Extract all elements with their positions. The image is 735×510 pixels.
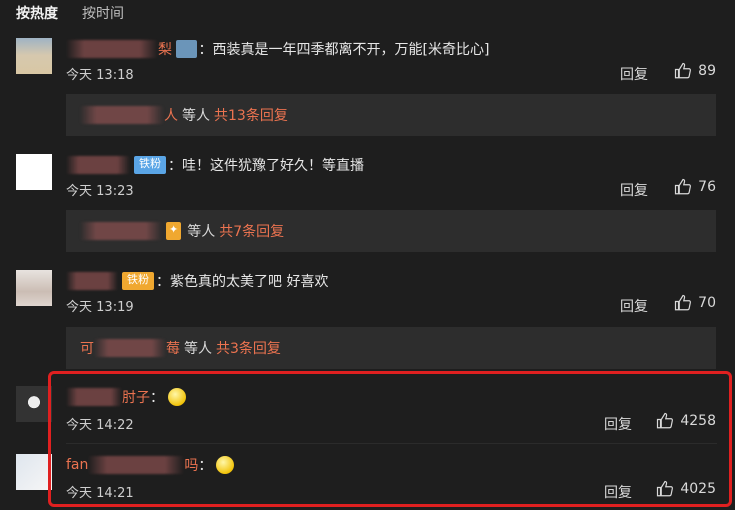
thumbs-up-icon: [675, 178, 692, 195]
reply-count-link[interactable]: 共7条回复: [219, 221, 284, 241]
reply-summary[interactable]: ✦ 等人 共7条回复: [66, 210, 716, 252]
comment-text: ：哇！这件犹豫了好久！等直播: [168, 158, 364, 174]
like-count: 70: [698, 295, 716, 311]
avatar[interactable]: [16, 454, 52, 490]
comment-item: 梨 ：西装真是一年四季都离不开，万能[米奇比心] 今天 13:18 回复 89: [16, 38, 718, 86]
comment-time: 今天 13:18: [66, 68, 134, 83]
like-button[interactable]: 89: [674, 62, 716, 80]
reply-button[interactable]: 回复: [620, 296, 648, 316]
comment-time: 今天 13:23: [66, 184, 134, 199]
like-button[interactable]: 76: [674, 178, 716, 196]
fan-badge: 铁粉: [134, 156, 166, 174]
comment-item: 铁粉 ：紫色真的太美了吧 好喜欢 今天 13:19 回复 70: [16, 270, 718, 318]
fan-badge: [176, 40, 197, 58]
others-label: 等人: [184, 341, 212, 357]
reply-summary[interactable]: 可 莓 等人 共3条回复: [66, 327, 716, 369]
avatar[interactable]: [16, 154, 52, 190]
comment-item: 铁粉 ：哇！这件犹豫了好久！等直播 今天 13:23 回复 76: [16, 154, 718, 202]
highlight-box: [48, 371, 732, 507]
blurred-username: [66, 40, 158, 58]
reply-count-link[interactable]: 共13条回复: [214, 105, 288, 125]
like-count: 76: [698, 179, 716, 195]
thumbs-up-icon: [675, 294, 692, 311]
reply-button[interactable]: 回复: [620, 64, 648, 84]
avatar[interactable]: [16, 270, 52, 306]
like-count: 89: [698, 63, 716, 79]
sort-by-time-tab[interactable]: 按时间: [82, 4, 124, 26]
sort-tabs: 按热度 按时间: [16, 4, 124, 26]
comment-time: 今天 13:19: [66, 300, 134, 315]
like-button[interactable]: 70: [674, 294, 716, 312]
blurred-username: [66, 156, 130, 174]
reply-button[interactable]: 回复: [620, 180, 648, 200]
others-label: 等人: [187, 224, 216, 240]
avatar[interactable]: [16, 38, 52, 74]
blurred-username: [66, 272, 118, 290]
username[interactable]: 梨: [158, 39, 172, 59]
reply-count-link[interactable]: 共3条回复: [216, 338, 281, 358]
avatar[interactable]: [16, 386, 52, 422]
crown-icon: ✦: [166, 222, 182, 240]
comment-page: 按热度 按时间 梨 ：西装真是一年四季都离不开，万能[米奇比心] 今天 13:1…: [0, 0, 735, 510]
reply-summary[interactable]: 人 等人 共13条回复: [66, 94, 716, 136]
others-label: 等人: [182, 108, 210, 124]
reply-username[interactable]: 人: [164, 105, 178, 125]
reply-username-prefix[interactable]: 可: [80, 338, 94, 358]
fan-badge: 铁粉: [122, 272, 154, 290]
comment-text: ：西装真是一年四季都离不开，万能[米奇比心]: [198, 42, 490, 58]
thumbs-up-icon: [675, 62, 692, 79]
reply-username[interactable]: 莓: [166, 338, 180, 358]
sort-by-hot-tab[interactable]: 按热度: [16, 4, 58, 26]
comment-text: ：紫色真的太美了吧 好喜欢: [156, 274, 329, 290]
